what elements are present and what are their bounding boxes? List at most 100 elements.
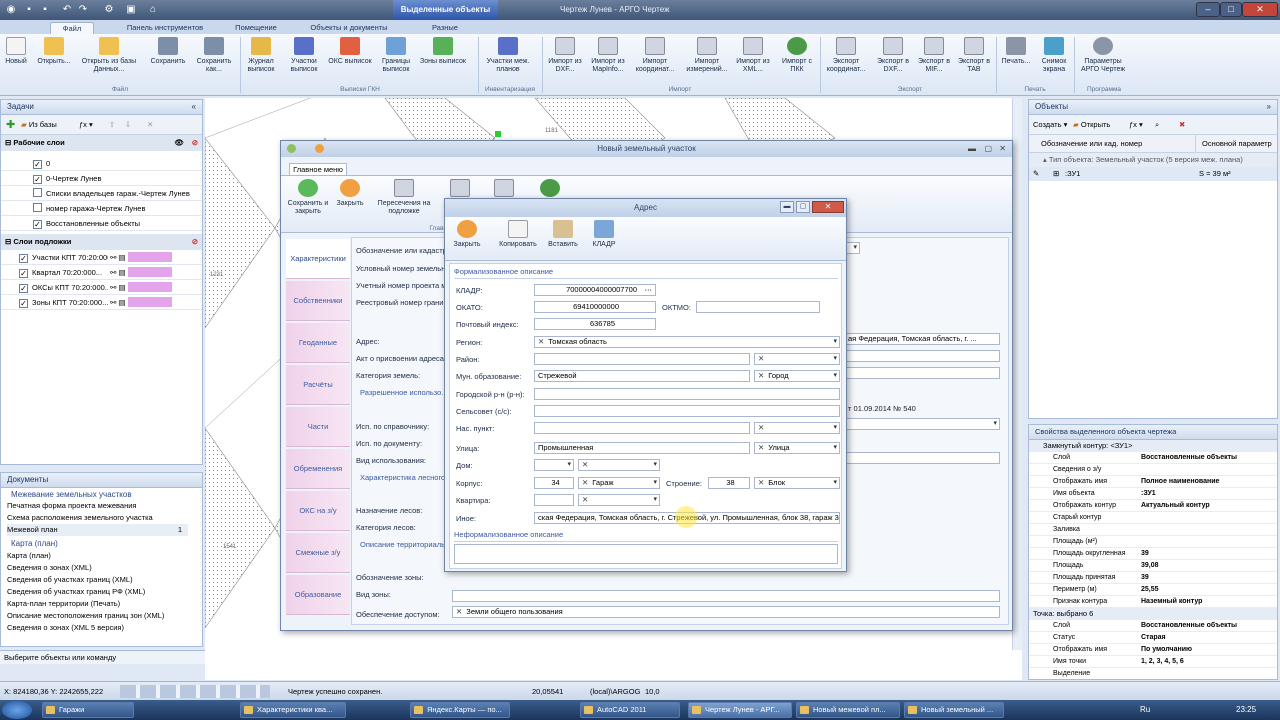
parameters-button[interactable]: Параметры АРГО Чертеж <box>1078 37 1128 74</box>
property-row[interactable]: Выделение <box>1029 668 1277 679</box>
clear-icon[interactable]: ✕ <box>758 478 764 487</box>
territorial-section[interactable]: Описание территориальн... <box>360 540 455 549</box>
print-button[interactable]: Печать... <box>998 37 1034 66</box>
start-button[interactable] <box>2 701 32 719</box>
objects-group-row[interactable]: ▴ Тип объекта: Земельный участок (5 верс… <box>1029 153 1277 167</box>
tab-main-menu[interactable]: Главное меню <box>289 163 347 175</box>
house-input[interactable] <box>534 459 574 471</box>
delete-icon[interactable]: ✖ <box>1179 115 1185 135</box>
layer-checkbox[interactable]: ✓ <box>33 175 42 184</box>
property-row[interactable]: Старый контур <box>1029 512 1277 524</box>
style-icon[interactable]: ▤ <box>118 283 125 292</box>
style-icon[interactable]: ▤ <box>118 253 125 262</box>
document-item[interactable]: Карта (план) <box>7 550 202 562</box>
corpus-input[interactable]: 34 <box>534 477 574 489</box>
redo-icon[interactable]: ↷ <box>76 3 90 17</box>
property-row[interactable]: Площадь округленная 39 <box>1029 548 1277 560</box>
property-row[interactable]: Отображать имя По умолчанию <box>1029 644 1277 656</box>
paste-button[interactable]: Вставить <box>545 220 581 249</box>
property-row[interactable]: Имя объекта:ЗУ1 <box>1029 488 1277 500</box>
layer-item[interactable]: ✓ 0-Чертеж Лунев <box>1 171 202 186</box>
point-header[interactable]: Точка: выбрано 6 <box>1029 608 1277 620</box>
save-close-button[interactable]: Сохранить и закрыть <box>285 179 331 216</box>
corpus-type-select[interactable]: ✕ Гараж <box>578 477 660 489</box>
property-row[interactable]: Отображать имя Полное наименование <box>1029 476 1277 488</box>
property-row[interactable]: Площадь (м²) <box>1029 536 1277 548</box>
zones-extract-button[interactable]: Зоны выписок <box>418 37 468 66</box>
layer-item[interactable]: ✓ 0 <box>1 156 202 171</box>
tab-parts[interactable]: Части <box>286 407 350 447</box>
import-coords-button[interactable]: Импорт координат... <box>633 37 677 74</box>
taskbar-item[interactable]: Яндекс.Карты — по... <box>410 702 510 718</box>
borders-extract-button[interactable]: Границы выписок <box>378 37 414 74</box>
layer-checkbox[interactable] <box>33 188 42 197</box>
preview-button[interactable] <box>491 179 517 200</box>
kladr-input[interactable]: 70000004000007700 ⋯ <box>534 284 656 296</box>
close-button[interactable]: ✕ <box>1242 2 1278 17</box>
district-type-select[interactable]: ✕ <box>754 353 840 365</box>
import-mapinfo-button[interactable]: Импорт из MapInfo... <box>588 37 628 74</box>
taskbar-item[interactable]: Характеристики ква... <box>240 702 346 718</box>
collapse-icon[interactable]: » <box>1267 100 1271 114</box>
use-type-field[interactable] <box>844 452 1000 464</box>
maximize-icon[interactable]: ▢ <box>984 141 992 157</box>
language-indicator[interactable]: Ru <box>1140 705 1150 714</box>
forest-section[interactable]: Характеристика лесного ... <box>360 473 454 482</box>
access-field[interactable]: ✕ Земли общего пользования <box>452 606 1000 618</box>
document-item[interactable]: Сведения о зонах (XML 5 версия) <box>7 622 202 634</box>
taskbar-item[interactable]: Гаражи <box>42 702 134 718</box>
layer-checkbox[interactable] <box>33 203 42 212</box>
document-item[interactable]: Сведения об участках границ РФ (XML) <box>7 586 202 598</box>
locality-type-select[interactable]: ✕ <box>754 422 840 434</box>
clear-icon[interactable]: ✕ <box>758 443 764 452</box>
informal-input[interactable] <box>454 544 838 564</box>
open-button[interactable]: Открыть... <box>32 37 76 66</box>
new-button[interactable]: Новый <box>2 37 30 66</box>
tab-geodata[interactable]: Геоданные <box>286 323 350 363</box>
formal-section[interactable]: Формализованное описание <box>454 267 838 279</box>
clear-icon[interactable]: ✕ <box>582 460 588 469</box>
save-icon[interactable] <box>315 144 324 153</box>
intersections-button[interactable]: Пересечения на подложке <box>375 179 433 216</box>
oktmo-input[interactable] <box>696 301 820 313</box>
hide-icon[interactable]: ⊘ <box>192 135 198 151</box>
base-layer-item[interactable]: ✓ ОКСы КПТ 70:20:000... ⚯ ▤ <box>1 280 202 295</box>
tab-encumbrances[interactable]: Обременения <box>286 449 350 489</box>
move-down-icon[interactable]: ⇩ <box>125 115 131 135</box>
pdf-button[interactable] <box>447 179 473 200</box>
journal-button[interactable]: Журнал выписок <box>243 37 279 74</box>
zone-type-field[interactable] <box>452 590 1000 602</box>
layer-checkbox[interactable]: ✓ <box>19 284 28 293</box>
clear-icon[interactable]: ✕ <box>758 423 764 432</box>
property-row[interactable]: Слой Восстановленные объекты <box>1029 620 1277 632</box>
open-object-button[interactable]: ▰ Открыть <box>1073 115 1110 135</box>
move-up-icon[interactable]: ⇧ <box>109 115 115 135</box>
import-measurements-button[interactable]: Импорт измерений... <box>684 37 730 74</box>
street-type-select[interactable]: ✕ Улица <box>754 442 840 454</box>
clear-icon[interactable]: ✕ <box>582 495 588 504</box>
postal-input[interactable]: 636785 <box>534 318 656 330</box>
parcels-extract-button[interactable]: Участки выписок <box>286 37 322 74</box>
save-all-icon[interactable]: ▪ <box>38 3 52 17</box>
city-district-input[interactable] <box>534 388 840 400</box>
street-input[interactable]: Промышленная <box>534 442 750 454</box>
property-row[interactable]: Заливка <box>1029 524 1277 536</box>
export-mif-button[interactable]: Экспорт в MIF... <box>916 37 952 74</box>
taskbar-item[interactable]: Новый земельный ... <box>904 702 1004 718</box>
layer-checkbox[interactable]: ✓ <box>19 299 28 308</box>
document-item[interactable]: Сведения об участках границ (XML) <box>7 574 202 586</box>
style-icon[interactable]: ▤ <box>118 298 125 307</box>
region-select[interactable]: ✕ Томская область <box>534 336 840 348</box>
property-row[interactable]: Признак контура Наземный контур <box>1029 596 1277 608</box>
column-designation[interactable]: Обозначение или кад. номер <box>1041 135 1142 153</box>
close-icon[interactable]: ✕ <box>999 141 1006 157</box>
minimize-button[interactable]: – <box>1196 2 1220 17</box>
taskbar-item[interactable]: AutoCAD 2011 <box>580 702 680 718</box>
tab-formation[interactable]: Образование <box>286 575 350 615</box>
work-layers-header[interactable]: ⊟ Рабочие слои 👁 ⊘ <box>1 135 202 151</box>
mun-input[interactable]: Стрежевой <box>534 370 750 382</box>
maximize-icon[interactable]: ▢ <box>796 201 810 213</box>
tab-file[interactable]: Файл <box>50 22 94 34</box>
apartment-type-select[interactable]: ✕ <box>578 494 660 506</box>
base-layer-item[interactable]: ✓ Квартал 70:20:000... ⚯ ▤ <box>1 265 202 280</box>
